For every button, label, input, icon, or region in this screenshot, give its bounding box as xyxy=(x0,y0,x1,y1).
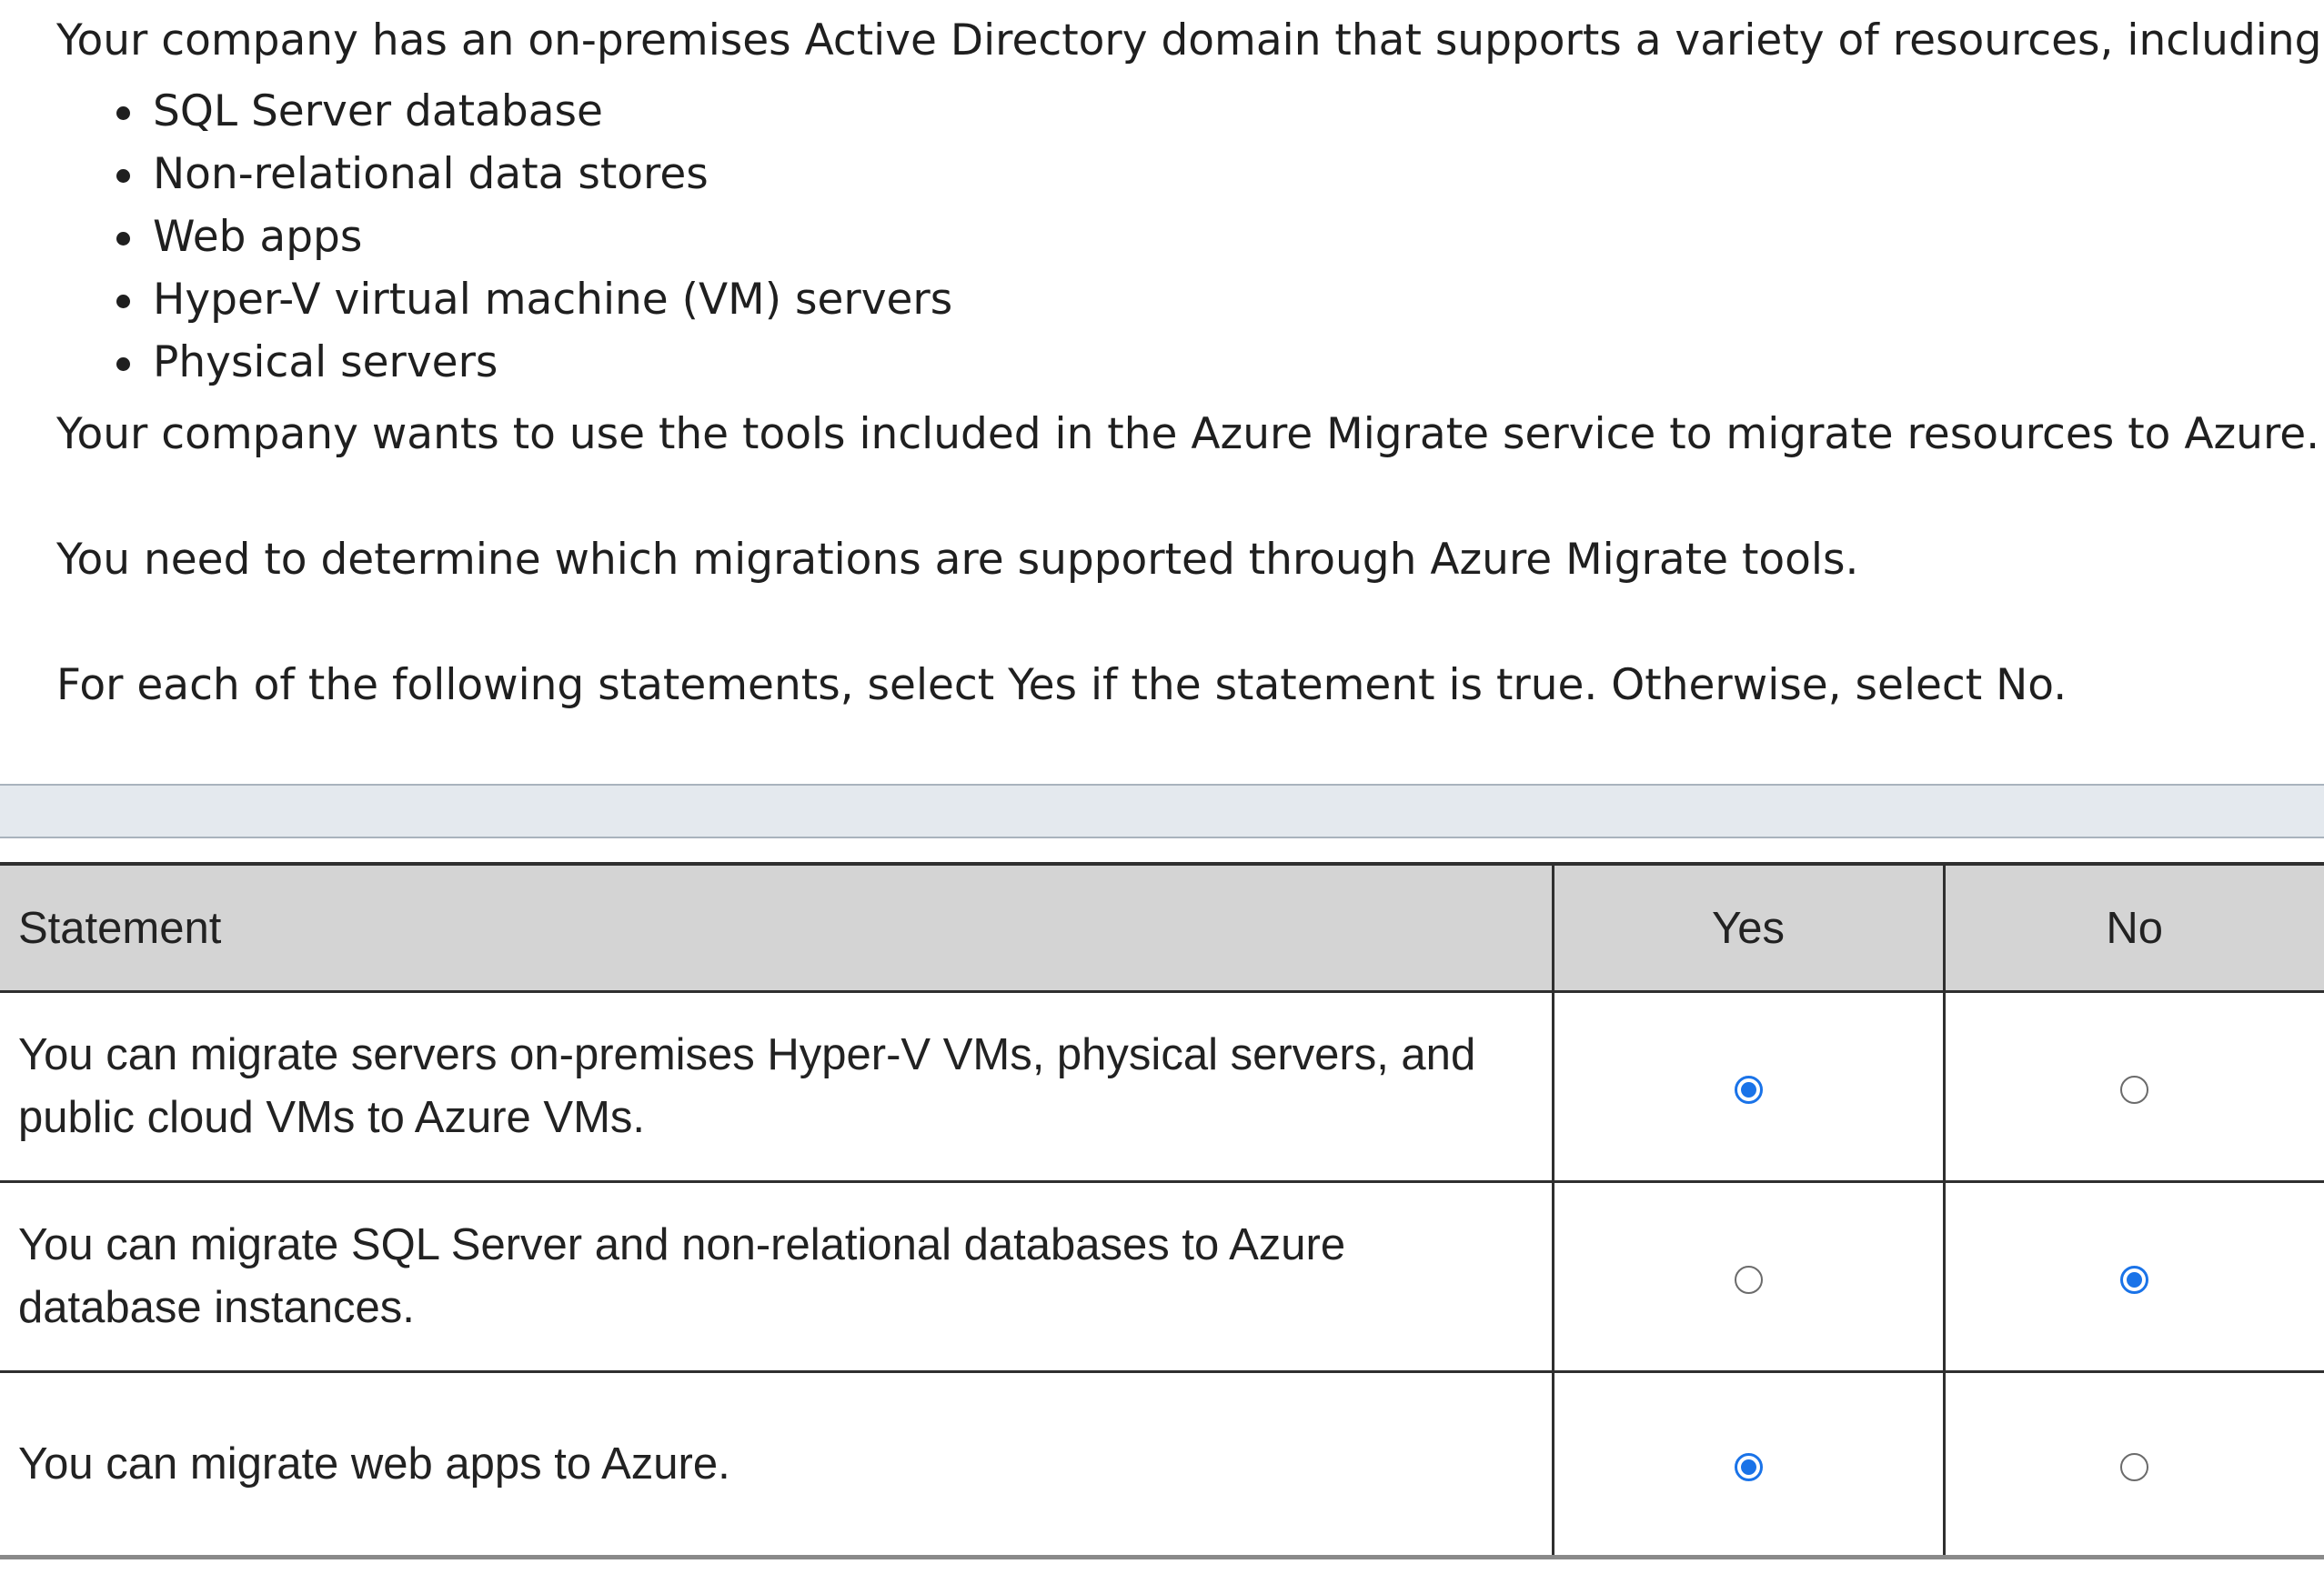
no-column-header: No xyxy=(1942,862,2324,993)
list-item: Hyper-V virtual machine (VM) servers xyxy=(116,268,2303,331)
yes-radio-button[interactable] xyxy=(1734,1452,1763,1481)
yes-radio-button[interactable] xyxy=(1734,1075,1763,1104)
yes-cell xyxy=(1551,1180,1946,1373)
no-cell xyxy=(1942,1370,2324,1559)
bullet-icon xyxy=(116,169,130,183)
question-body: Your company has an on-premises Active D… xyxy=(56,11,2324,719)
resource-label: SQL Server database xyxy=(153,86,603,136)
list-item: Web apps xyxy=(116,206,2303,268)
bullet-icon xyxy=(116,106,130,120)
list-item: SQL Server database xyxy=(116,80,2303,143)
instruction-paragraph: For each of the following statements, se… xyxy=(56,660,2067,710)
statement-column-header: Statement xyxy=(0,862,1554,993)
table-row: You can migrate servers on-premises Hype… xyxy=(0,990,2324,1183)
table-header-row: Statement Yes No xyxy=(0,862,2324,993)
resource-label: Hyper-V virtual machine (VM) servers xyxy=(153,275,953,325)
no-radio-button[interactable] xyxy=(2120,1075,2149,1104)
list-item: Non-relational data stores xyxy=(116,143,2303,206)
statement-table: Statement Yes No You can migrate servers… xyxy=(0,862,2324,1559)
goal-paragraph: Your company wants to use the tools incl… xyxy=(56,409,2320,459)
intro-paragraph: Your company has an on-premises Active D… xyxy=(56,15,2324,65)
resource-label: Physical servers xyxy=(153,337,498,387)
no-cell xyxy=(1942,990,2324,1183)
yes-radio-button[interactable] xyxy=(1734,1265,1763,1294)
no-cell xyxy=(1942,1180,2324,1373)
bullet-icon xyxy=(116,295,130,308)
resource-list: SQL Server database Non-relational data … xyxy=(56,80,2303,394)
answer-area-band xyxy=(0,784,2324,838)
yes-cell xyxy=(1551,990,1946,1183)
bullet-icon xyxy=(116,232,130,246)
table-row: You can migrate web apps to Azure. xyxy=(0,1370,2324,1559)
statement-text: You can migrate servers on-premises Hype… xyxy=(0,990,1554,1183)
yes-column-header: Yes xyxy=(1551,862,1946,993)
yes-cell xyxy=(1551,1370,1946,1559)
bullet-icon xyxy=(116,357,130,371)
statement-text: You can migrate web apps to Azure. xyxy=(0,1370,1554,1559)
table-row: You can migrate SQL Server and non-relat… xyxy=(0,1180,2324,1373)
statement-text: You can migrate SQL Server and non-relat… xyxy=(0,1180,1554,1373)
resource-label: Non-relational data stores xyxy=(153,149,709,199)
no-radio-button[interactable] xyxy=(2120,1452,2149,1481)
task-paragraph: You need to determine which migrations a… xyxy=(56,535,1859,585)
no-radio-button[interactable] xyxy=(2120,1265,2149,1294)
list-item: Physical servers xyxy=(116,331,2303,394)
resource-label: Web apps xyxy=(153,212,363,262)
